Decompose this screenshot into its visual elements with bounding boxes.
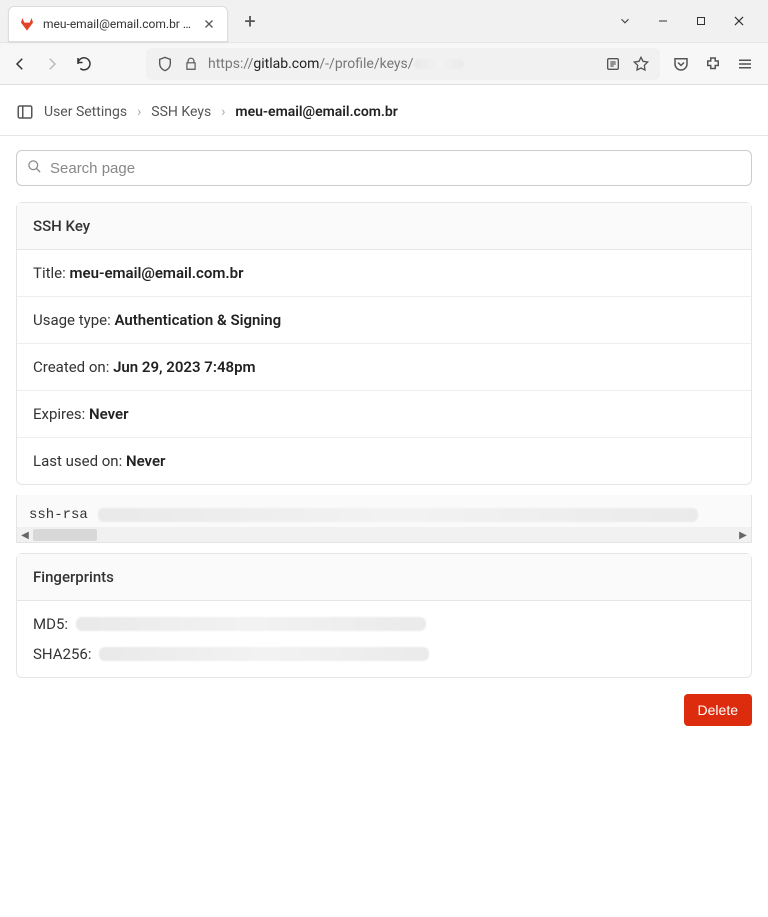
close-icon[interactable] (201, 16, 217, 32)
expires-label: Expires: (33, 405, 89, 423)
forward-button[interactable] (42, 54, 62, 74)
window-close-icon[interactable] (732, 14, 746, 28)
window-controls (618, 14, 760, 28)
url-actions (604, 55, 650, 73)
url-path: /-/profile/keys/ (319, 56, 413, 72)
ssh-key-value: ssh-rsa (16, 495, 752, 527)
delete-button[interactable]: Delete (684, 694, 752, 726)
scroll-thumb[interactable] (33, 529, 97, 541)
toolbar-right (672, 55, 758, 73)
crumb-current: meu-email@email.com.br (235, 104, 397, 120)
nav-bar: https://gitlab.com/-/profile/keys/ (0, 42, 768, 84)
main-content: SSH Key Title: meu-email@email.com.br Us… (0, 136, 768, 754)
minimize-icon[interactable] (656, 14, 670, 28)
lastused-value: Never (126, 452, 165, 470)
page-viewport: User Settings › SSH Keys › meu-email@ema… (0, 85, 768, 917)
scroll-left-icon[interactable]: ◀ (17, 527, 33, 543)
row-sha256: SHA256: (17, 639, 751, 677)
reload-button[interactable] (74, 54, 94, 74)
sha256-label: SHA256: (33, 645, 91, 663)
bookmark-icon[interactable] (632, 55, 650, 73)
chevron-right-icon: › (137, 104, 141, 120)
row-lastused: Last used on: Never (17, 438, 751, 484)
expires-value: Never (89, 405, 128, 423)
browser-tab-active[interactable]: meu-email@email.com.br · SSH (8, 6, 228, 42)
usage-value: Authentication & Signing (114, 311, 281, 329)
row-title: Title: meu-email@email.com.br (17, 250, 751, 297)
created-label: Created on: (33, 358, 113, 376)
sidebar-toggle-icon[interactable] (16, 103, 34, 121)
row-expires: Expires: Never (17, 391, 751, 438)
extensions-icon[interactable] (704, 55, 722, 73)
search-icon (27, 159, 42, 178)
breadcrumb: User Settings › SSH Keys › meu-email@ema… (0, 85, 768, 136)
shield-icon[interactable] (156, 55, 174, 73)
search-page-box[interactable] (16, 150, 752, 186)
row-md5: MD5: (17, 601, 751, 639)
url-domain: gitlab.com (253, 56, 319, 72)
md5-label: MD5: (33, 615, 68, 633)
browser-chrome: meu-email@email.com.br · SSH + (0, 0, 768, 85)
url-text: https://gitlab.com/-/profile/keys/ (208, 56, 596, 72)
title-label: Title: (33, 264, 69, 282)
horizontal-scrollbar[interactable]: ◀ ▶ (16, 527, 752, 543)
maximize-icon[interactable] (694, 14, 708, 28)
url-prefix: https:// (208, 56, 253, 72)
chevron-right-icon: › (221, 104, 225, 120)
tab-title: meu-email@email.com.br · SSH (43, 17, 193, 31)
chevron-down-icon[interactable] (618, 14, 632, 28)
scroll-right-icon[interactable]: ▶ (735, 527, 751, 543)
row-created: Created on: Jun 29, 2023 7:48pm (17, 344, 751, 391)
crumb-user-settings[interactable]: User Settings (44, 104, 127, 120)
search-input[interactable] (50, 160, 741, 177)
created-value: Jun 29, 2023 7:48pm (113, 358, 256, 376)
gitlab-icon (19, 16, 35, 32)
address-bar[interactable]: https://gitlab.com/-/profile/keys/ (146, 48, 660, 80)
crumb-ssh-keys[interactable]: SSH Keys (151, 104, 211, 120)
lastused-label: Last used on: (33, 452, 126, 470)
redacted-key (98, 508, 698, 522)
redacted-md5 (76, 617, 426, 631)
usage-label: Usage type: (33, 311, 114, 329)
reader-icon[interactable] (604, 55, 622, 73)
panel-header: SSH Key (17, 203, 751, 250)
redacted-sha256 (99, 647, 429, 661)
fingerprints-header: Fingerprints (17, 554, 751, 601)
key-prefix: ssh-rsa (29, 507, 88, 523)
row-usage: Usage type: Authentication & Signing (17, 297, 751, 344)
ssh-key-panel: SSH Key Title: meu-email@email.com.br Us… (16, 202, 752, 485)
lock-icon[interactable] (182, 55, 200, 73)
menu-icon[interactable] (736, 55, 754, 73)
pocket-icon[interactable] (672, 55, 690, 73)
new-tab-button[interactable]: + (236, 7, 264, 35)
tab-bar: meu-email@email.com.br · SSH + (0, 0, 768, 42)
page-content: User Settings › SSH Keys › meu-email@ema… (0, 85, 768, 754)
fingerprints-panel: Fingerprints MD5: SHA256: (16, 553, 752, 678)
actions-row: Delete (16, 688, 752, 740)
title-value: meu-email@email.com.br (69, 264, 243, 282)
back-button[interactable] (10, 54, 30, 74)
